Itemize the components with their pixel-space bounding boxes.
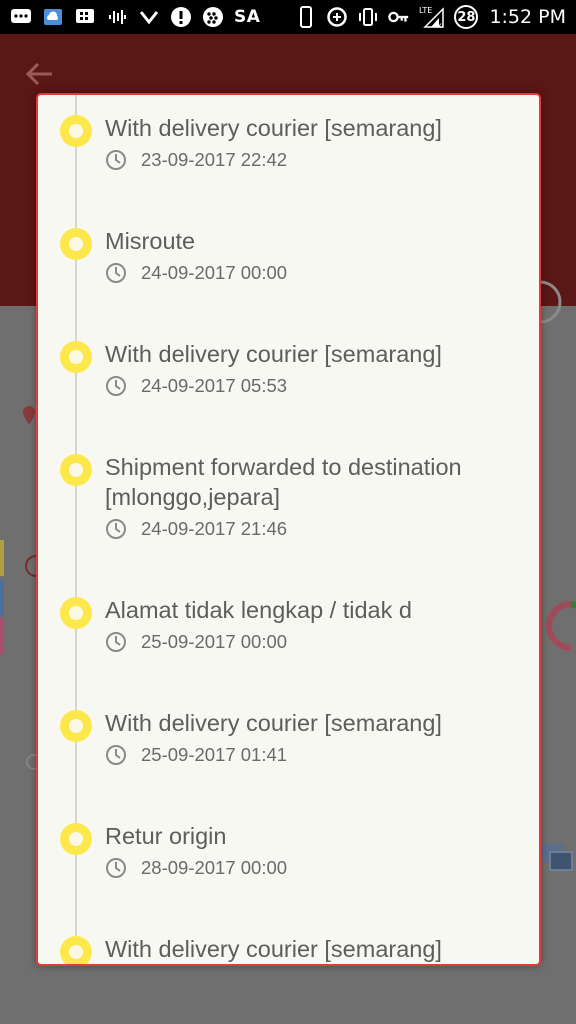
- timeline-dot-icon: [60, 454, 92, 486]
- clock-icon: [106, 263, 126, 283]
- key-icon: [388, 7, 410, 27]
- bg-pink-tab: [0, 618, 4, 654]
- back-button[interactable]: [24, 60, 56, 88]
- cloud-app-icon: [42, 7, 64, 27]
- bg-blue-tab: [0, 580, 4, 616]
- tracking-status: Alamat tidak lengkap / tidak d: [105, 597, 412, 623]
- tracking-status: With delivery courier [semarang]: [105, 936, 442, 962]
- tracking-item: With delivery courier [semarang] 25-09-2…: [38, 708, 539, 821]
- clock-icon: [106, 858, 126, 878]
- svg-text:LTE: LTE: [419, 6, 432, 15]
- battery-level-badge: 28: [454, 5, 479, 29]
- tracking-time: 24-09-2017 00:00: [141, 262, 288, 283]
- tracking-status: Shipment forwarded to destination [mlong…: [105, 454, 462, 510]
- bbm-icon: [74, 7, 96, 27]
- tracking-status: With delivery courier [semarang]: [105, 341, 442, 367]
- clock-icon: [106, 376, 126, 396]
- tracking-time: 28-09-2017 00:00: [141, 857, 288, 878]
- tracking-item: With delivery courier [semarang] 23-09-2…: [38, 113, 539, 226]
- carrier-label: SA: [234, 7, 261, 27]
- vibrate-icon: [357, 7, 379, 27]
- tracking-status: Misroute: [105, 228, 196, 254]
- bg-yellow-tab: [0, 540, 4, 576]
- tracking-time: 25-09-2017 00:00: [141, 631, 288, 652]
- tracking-item: With delivery courier [semarang] 24-09-2…: [38, 339, 539, 452]
- tracking-item: Shipment forwarded to destination [mlong…: [38, 452, 539, 595]
- alert-icon: [170, 7, 192, 27]
- chevron-down-icon: [138, 7, 160, 27]
- data-saver-icon: [326, 7, 348, 27]
- timeline-dot-icon: [60, 115, 92, 147]
- timeline-dot-icon: [60, 341, 92, 373]
- timeline-dot-icon: [60, 823, 92, 855]
- lte-signal-icon: LTE x: [419, 6, 445, 29]
- tracking-item: Alamat tidak lengkap / tidak d 25-09-201…: [38, 595, 539, 708]
- phone-outline-icon: [295, 6, 317, 28]
- clock-time: 1:52 PM: [489, 6, 566, 28]
- bg-chart-ring-icon: [541, 598, 576, 659]
- tracking-status: Retur origin: [105, 823, 227, 849]
- clock-icon: [106, 519, 126, 539]
- timeline-dot-icon: [60, 597, 92, 629]
- tracking-status: With delivery courier [semarang]: [105, 115, 442, 141]
- svg-text:x: x: [437, 21, 442, 29]
- tracking-item: Misroute 24-09-2017 00:00: [38, 226, 539, 339]
- blackberry-icon: [202, 7, 224, 27]
- arrow-left-icon: [25, 62, 52, 86]
- status-bar: SA LTE x 28 1:52 PM: [0, 0, 576, 34]
- timeline-dot-icon: [60, 936, 92, 964]
- clock-icon: [106, 745, 126, 765]
- timeline-dot-icon: [60, 228, 92, 260]
- tracking-history-dialog[interactable]: With delivery courier [semarang] 23-09-2…: [36, 93, 541, 966]
- timeline-dot-icon: [60, 710, 92, 742]
- bg-location-pin-icon: [22, 405, 36, 436]
- tracking-time: 23-09-2017 22:42: [141, 149, 288, 170]
- chat-notification-icon: [10, 7, 32, 27]
- tracking-item: With delivery courier [semarang]: [38, 934, 539, 964]
- tracking-item: Retur origin 28-09-2017 00:00: [38, 821, 539, 934]
- tracking-status: With delivery courier [semarang]: [105, 710, 442, 736]
- voice-wave-icon: [106, 7, 128, 27]
- tracking-time: 24-09-2017 05:53: [141, 375, 288, 396]
- tracking-list[interactable]: With delivery courier [semarang] 23-09-2…: [38, 113, 539, 964]
- tracking-time: 24-09-2017 21:46: [141, 518, 288, 539]
- clock-icon: [106, 632, 126, 652]
- clock-icon: [106, 150, 126, 170]
- bg-gallery-icon: [540, 842, 576, 877]
- tracking-time: 25-09-2017 01:41: [141, 744, 288, 765]
